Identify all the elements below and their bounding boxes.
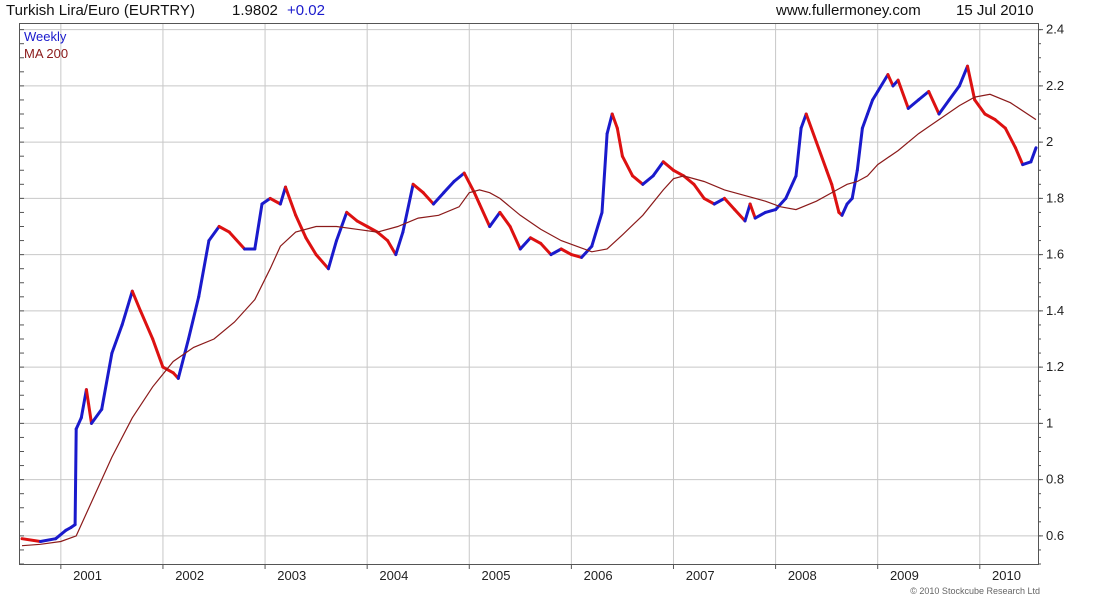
x-tick-label: 2008: [788, 568, 817, 583]
x-tick-label: 2006: [584, 568, 613, 583]
y-tick-label: 1.4: [1046, 303, 1064, 318]
y-tick-label: 0.6: [1046, 528, 1064, 543]
y-tick-label: 1.2: [1046, 359, 1064, 374]
plot-area: [19, 23, 1039, 565]
x-tick-label: 2002: [175, 568, 204, 583]
x-tick-label: 2001: [73, 568, 102, 583]
legend-weekly: Weekly: [24, 29, 67, 44]
y-tick-label: 2: [1046, 134, 1053, 149]
y-tick-label: 1: [1046, 415, 1053, 430]
y-tick-label: 0.8: [1046, 472, 1064, 487]
copyright-notice: © 2010 Stockcube Research Ltd: [910, 586, 1040, 596]
y-tick-label: 2.4: [1046, 22, 1064, 37]
x-tick-label: 2010: [992, 568, 1021, 583]
price-segment: [73, 427, 78, 527]
x-tick-label: 2004: [379, 568, 408, 583]
y-tick-label: 2.2: [1046, 78, 1064, 93]
x-tick-label: 2007: [686, 568, 715, 583]
y-axis: 0.6 0.8 1 1.2 1.4 1.6 1.8 2 2.2 2.4: [1038, 22, 1064, 543]
y-tick-label: 1.6: [1046, 247, 1064, 262]
x-tick-label: 2005: [482, 568, 511, 583]
x-tick-label: 2003: [277, 568, 306, 583]
x-tick-label: 2009: [890, 568, 919, 583]
y-tick-label: 1.8: [1046, 190, 1064, 205]
legend-ma200: MA 200: [24, 46, 68, 61]
price-chart: 2001 2002 2003 2004 2005 2006 2007 2008 2009 2010…: [19, 22, 1064, 583]
x-axis: 2001 2002 2003 2004 2005 2006 2007 2008 2009 2010: [60, 564, 1021, 583]
